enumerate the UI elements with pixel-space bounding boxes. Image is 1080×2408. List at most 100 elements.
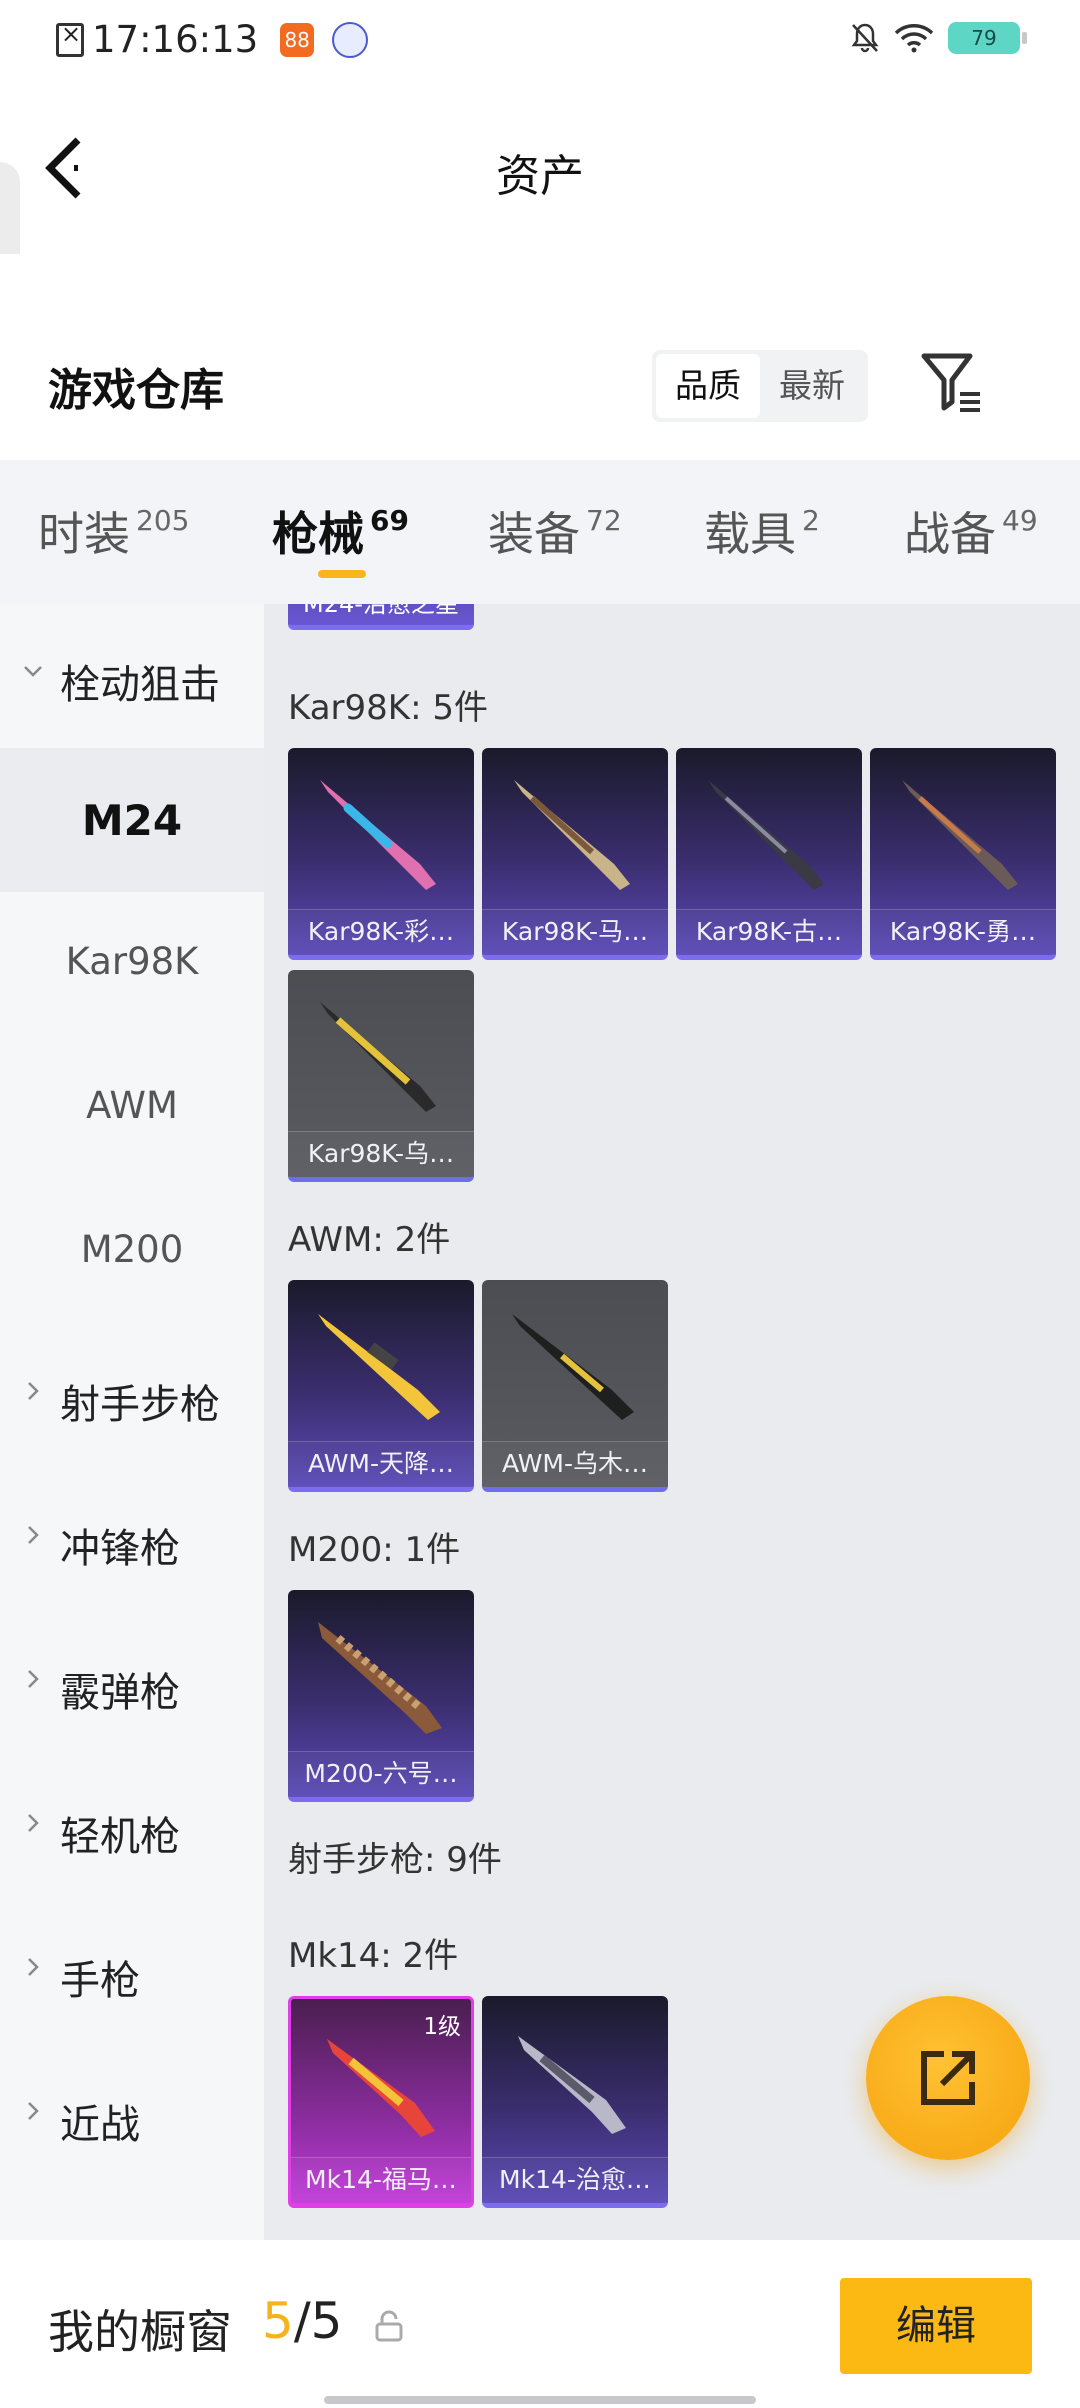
weapon-card-name: AWM-乌木… <box>482 1441 668 1487</box>
app-notification-icon: 88 <box>280 22 315 57</box>
warehouse-row: 游戏仓库 品质 最新 <box>0 254 1080 460</box>
sort-option-quality[interactable]: 品质 <box>656 354 760 418</box>
showcase-label: 我的橱窗 <box>48 2305 232 2359</box>
sidebar-item-shotgun[interactable]: 霰弹枪 <box>0 1612 264 1756</box>
weapon-card-name: Kar98K-古… <box>676 909 862 955</box>
weapon-card[interactable]: Kar98K-乌… <box>288 970 474 1182</box>
share-fab-button[interactable] <box>866 1996 1030 2160</box>
weapon-card[interactable]: Mk14-治愈… <box>482 1996 668 2208</box>
weapon-card[interactable]: AWM-乌木… <box>482 1280 668 1492</box>
sidebar-item-pistol[interactable]: 手枪 <box>0 1900 264 2044</box>
rifle-skin-icon <box>320 780 436 890</box>
tab-count: 2 <box>802 504 820 537</box>
section-title-m200: M200: 1件 <box>288 1530 461 1570</box>
chevron-right-icon <box>28 2102 39 2120</box>
sidebar-item-label: 近战 <box>60 2102 140 2148</box>
sidebar-item-label: 射手步枪 <box>60 1382 220 1428</box>
weapon-card[interactable]: Kar98K-古… <box>676 748 862 960</box>
tab-label: 载具 <box>704 507 796 561</box>
chevron-right-icon <box>28 1526 39 1544</box>
wifi-icon <box>894 23 934 53</box>
sidebar-item-m200[interactable]: M200 <box>0 1180 264 1324</box>
warehouse-title: 游戏仓库 <box>48 365 224 416</box>
rifle-skin-icon <box>514 780 630 890</box>
chevron-right-icon <box>28 1382 39 1400</box>
rifle-skin-icon <box>902 780 1018 890</box>
tab-vehicles[interactable]: 载具 2 <box>704 498 820 564</box>
rifle-skin-icon <box>320 1002 436 1112</box>
sidebar-item-label: 霰弹枪 <box>60 1670 180 1716</box>
rifle-skin-icon <box>512 1314 634 1420</box>
weapon-card-name: Kar98K-勇… <box>870 909 1056 955</box>
tab-firearms[interactable]: 枪械 69 <box>272 498 409 564</box>
app-header: 资产 <box>0 84 1080 352</box>
sidebar-item-awm[interactable]: AWM <box>0 1036 264 1180</box>
weapon-card-name: Kar98K-乌… <box>288 1131 474 1177</box>
section-title-kar98k: Kar98K: 5件 <box>288 688 488 728</box>
weapon-card-name: Kar98K-马… <box>482 909 668 955</box>
weapon-sidebar: 栓动狙击 M24 Kar98K AWM M200 射手步枪 冲锋枪 霰弹枪 轻机… <box>0 604 264 2240</box>
sidebar-item-label: M200 <box>80 1228 184 1271</box>
weapon-card[interactable]: Kar98K-彩… <box>288 748 474 960</box>
tab-supplies[interactable]: 战备 49 <box>904 498 1038 564</box>
sidebar-item-bolt-sniper[interactable]: 栓动狙击 <box>0 604 264 748</box>
chevron-right-icon <box>28 1670 39 1688</box>
sort-toggle: 品质 最新 <box>652 350 868 422</box>
sidebar-item-label: 手枪 <box>60 1958 140 2004</box>
home-indicator[interactable] <box>324 2396 756 2404</box>
share-icon <box>921 2051 975 2105</box>
section-title-marksman: 射手步枪: 9件 <box>288 1840 502 1880</box>
app-mascot-icon <box>332 21 369 58</box>
weapon-card[interactable]: M200-六号… <box>288 1590 474 1802</box>
sidebar-item-smg[interactable]: 冲锋枪 <box>0 1468 264 1612</box>
sidebar-item-label: 冲锋枪 <box>60 1526 180 1572</box>
sidebar-item-m24[interactable]: M24 <box>0 748 264 892</box>
sidebar-item-kar98k[interactable]: Kar98K <box>0 892 264 1036</box>
filter-button[interactable] <box>920 350 984 416</box>
tab-count: 69 <box>370 504 409 537</box>
tab-label: 时装 <box>38 507 130 561</box>
chevron-right-icon <box>28 1958 39 1976</box>
sidebar-item-label: AWM <box>86 1084 178 1127</box>
weapon-grid: M24-治愈之星 Kar98K: 5件 Kar98K-彩… Kar98K-马… … <box>264 604 1080 2240</box>
weapon-card-name: Mk14-治愈… <box>482 2157 668 2203</box>
category-tabs: 时装 205 枪械 69 装备 72 载具 2 战备 49 <box>0 460 1080 604</box>
tab-fashion[interactable]: 时装 205 <box>38 498 189 564</box>
tab-count: 205 <box>136 504 190 537</box>
rifle-skin-icon <box>318 1622 442 1734</box>
lock-open-icon <box>375 2310 403 2342</box>
weapon-card[interactable]: Kar98K-马… <box>482 748 668 960</box>
sidebar-item-melee[interactable]: 近战 <box>0 2044 264 2188</box>
weapon-card-m24-partial[interactable]: M24-治愈之星 <box>288 604 474 630</box>
showcase-total: /5 <box>293 2292 343 2350</box>
filter-icon <box>921 353 980 412</box>
tab-equipment[interactable]: 装备 72 <box>488 498 622 564</box>
section-title-mk14: Mk14: 2件 <box>288 1936 459 1976</box>
sidebar-item-label: Kar98K <box>65 940 199 983</box>
sidebar-item-lmg[interactable]: 轻机枪 <box>0 1756 264 1900</box>
active-tab-indicator <box>318 570 366 578</box>
sidebar-item-label: M24 <box>81 796 183 845</box>
sidebar-item-label: 栓动狙击 <box>60 662 220 708</box>
tab-label: 战备 <box>904 507 996 561</box>
sim-off-icon <box>56 20 84 57</box>
tab-label: 装备 <box>488 507 580 561</box>
weapon-card-name: Mk14-福马… <box>291 2157 471 2203</box>
tab-count: 72 <box>586 504 622 537</box>
chevron-down-icon <box>24 666 42 677</box>
sidebar-item-marksman-rifle[interactable]: 射手步枪 <box>0 1324 264 1468</box>
weapon-card-name: Kar98K-彩… <box>288 909 474 955</box>
weapon-card[interactable]: AWM-天降… <box>288 1280 474 1492</box>
rifle-skin-icon <box>318 1314 440 1420</box>
bell-muted-icon <box>850 22 880 54</box>
rifle-skin-icon <box>518 2036 626 2134</box>
status-bar: 17:16:13 88 79 <box>0 0 1080 84</box>
weapon-card-name: AWM-天降… <box>288 1441 474 1487</box>
weapon-card[interactable]: 1级 Mk14-福马… <box>288 1996 474 2208</box>
tab-count: 49 <box>1002 504 1038 537</box>
edit-button[interactable]: 编辑 <box>840 2278 1032 2374</box>
sidebar-item-label: 轻机枪 <box>60 1814 180 1860</box>
weapon-card[interactable]: Kar98K-勇… <box>870 748 1056 960</box>
sort-option-newest[interactable]: 最新 <box>760 354 864 418</box>
chevron-right-icon <box>28 1814 39 1832</box>
